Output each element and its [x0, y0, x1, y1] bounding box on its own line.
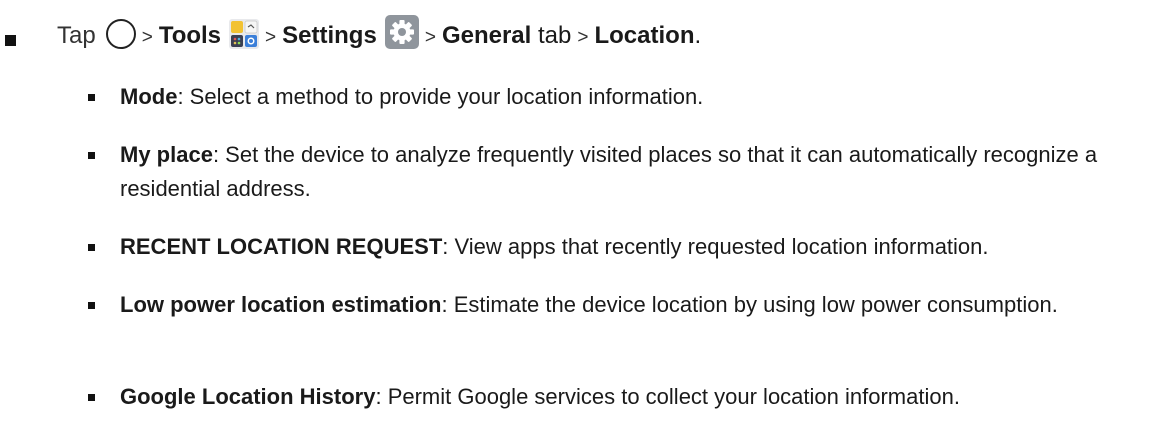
tab-word: tab	[538, 22, 572, 49]
separator: >	[265, 27, 277, 48]
tap-word: Tap	[57, 22, 96, 49]
separator: >	[141, 27, 153, 48]
item-description: : Set the device to analyze frequently v…	[120, 142, 1098, 201]
item-description: : Select a method to provide your locati…	[177, 84, 704, 109]
general-label: General	[441, 22, 532, 49]
item-term: Mode	[120, 84, 178, 109]
location-label: Location	[594, 22, 695, 49]
list-item-recent-location-request: RECENT LOCATION REQUEST: View apps that …	[120, 230, 1150, 264]
settings-label: Settings	[282, 22, 377, 49]
list-item-my-place: My place: Set the device to analyze freq…	[120, 138, 1150, 206]
home-circle-icon	[105, 19, 136, 49]
sub-bullet	[88, 302, 95, 309]
sub-bullet	[88, 244, 95, 251]
sub-bullet	[88, 394, 95, 401]
tools-folder-icon	[229, 19, 260, 49]
main-bullet	[5, 35, 16, 46]
separator: >	[577, 27, 589, 48]
item-description: : View apps that recently requested loca…	[442, 234, 989, 259]
item-term: RECENT LOCATION REQUEST	[120, 234, 443, 259]
sub-bullet	[88, 94, 95, 101]
item-term: My place	[120, 142, 213, 167]
list-item-mode: Mode: Select a method to provide your lo…	[120, 80, 1150, 114]
separator: >	[424, 27, 436, 48]
settings-gear-icon	[384, 15, 419, 49]
list-item-low-power-location: Low power location estimation: Estimate …	[120, 288, 1150, 322]
item-term: Low power location estimation	[120, 292, 442, 317]
tools-label: Tools	[158, 22, 222, 49]
item-term: Google Location History	[120, 384, 376, 409]
period: .	[694, 22, 702, 49]
list-item-google-location-history: Google Location History: Permit Google s…	[120, 380, 1150, 414]
item-description: : Estimate the device location by using …	[441, 292, 1058, 317]
item-description: : Permit Google services to collect your…	[375, 384, 960, 409]
sub-bullet	[88, 152, 95, 159]
navigation-instruction: Tap > Tools > Settings > General tab > L…	[57, 12, 701, 60]
